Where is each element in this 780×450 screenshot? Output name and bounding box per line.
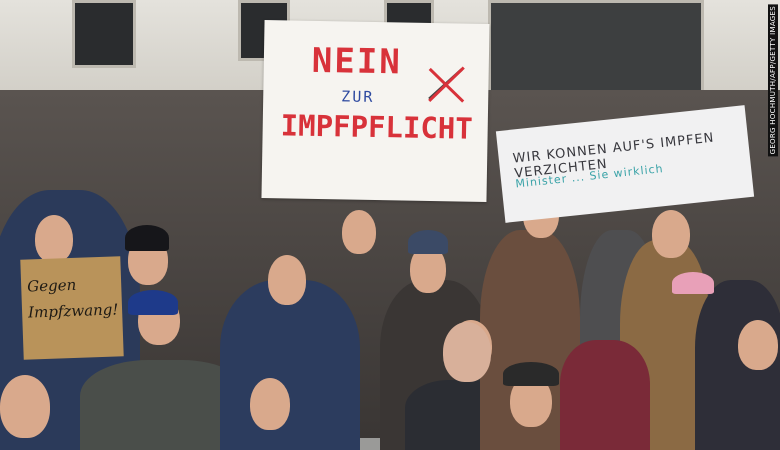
window bbox=[72, 0, 136, 68]
sign-line-1: NEIN bbox=[311, 40, 403, 83]
cardboard-line-2: Impfzwang! bbox=[27, 300, 119, 322]
sign-line-2: ZUR bbox=[341, 87, 375, 106]
sign-line-3: IMPFPFLICHT bbox=[280, 108, 474, 146]
cardboard-sign: Gegen Impfzwang! bbox=[20, 256, 124, 360]
cardboard-sign-text: Gegen Impfzwang! bbox=[27, 270, 119, 325]
nein-zur-impfpflicht-sign: NEIN ZUR IMPFPFLICHT bbox=[261, 20, 490, 202]
cardboard-line-1: Gegen bbox=[26, 275, 77, 296]
crossed-syringe-icon bbox=[428, 66, 465, 103]
gate bbox=[488, 0, 704, 101]
photo-credit: GEORG HOCHMUTH/AFP/GETTY IMAGES bbox=[768, 4, 778, 157]
